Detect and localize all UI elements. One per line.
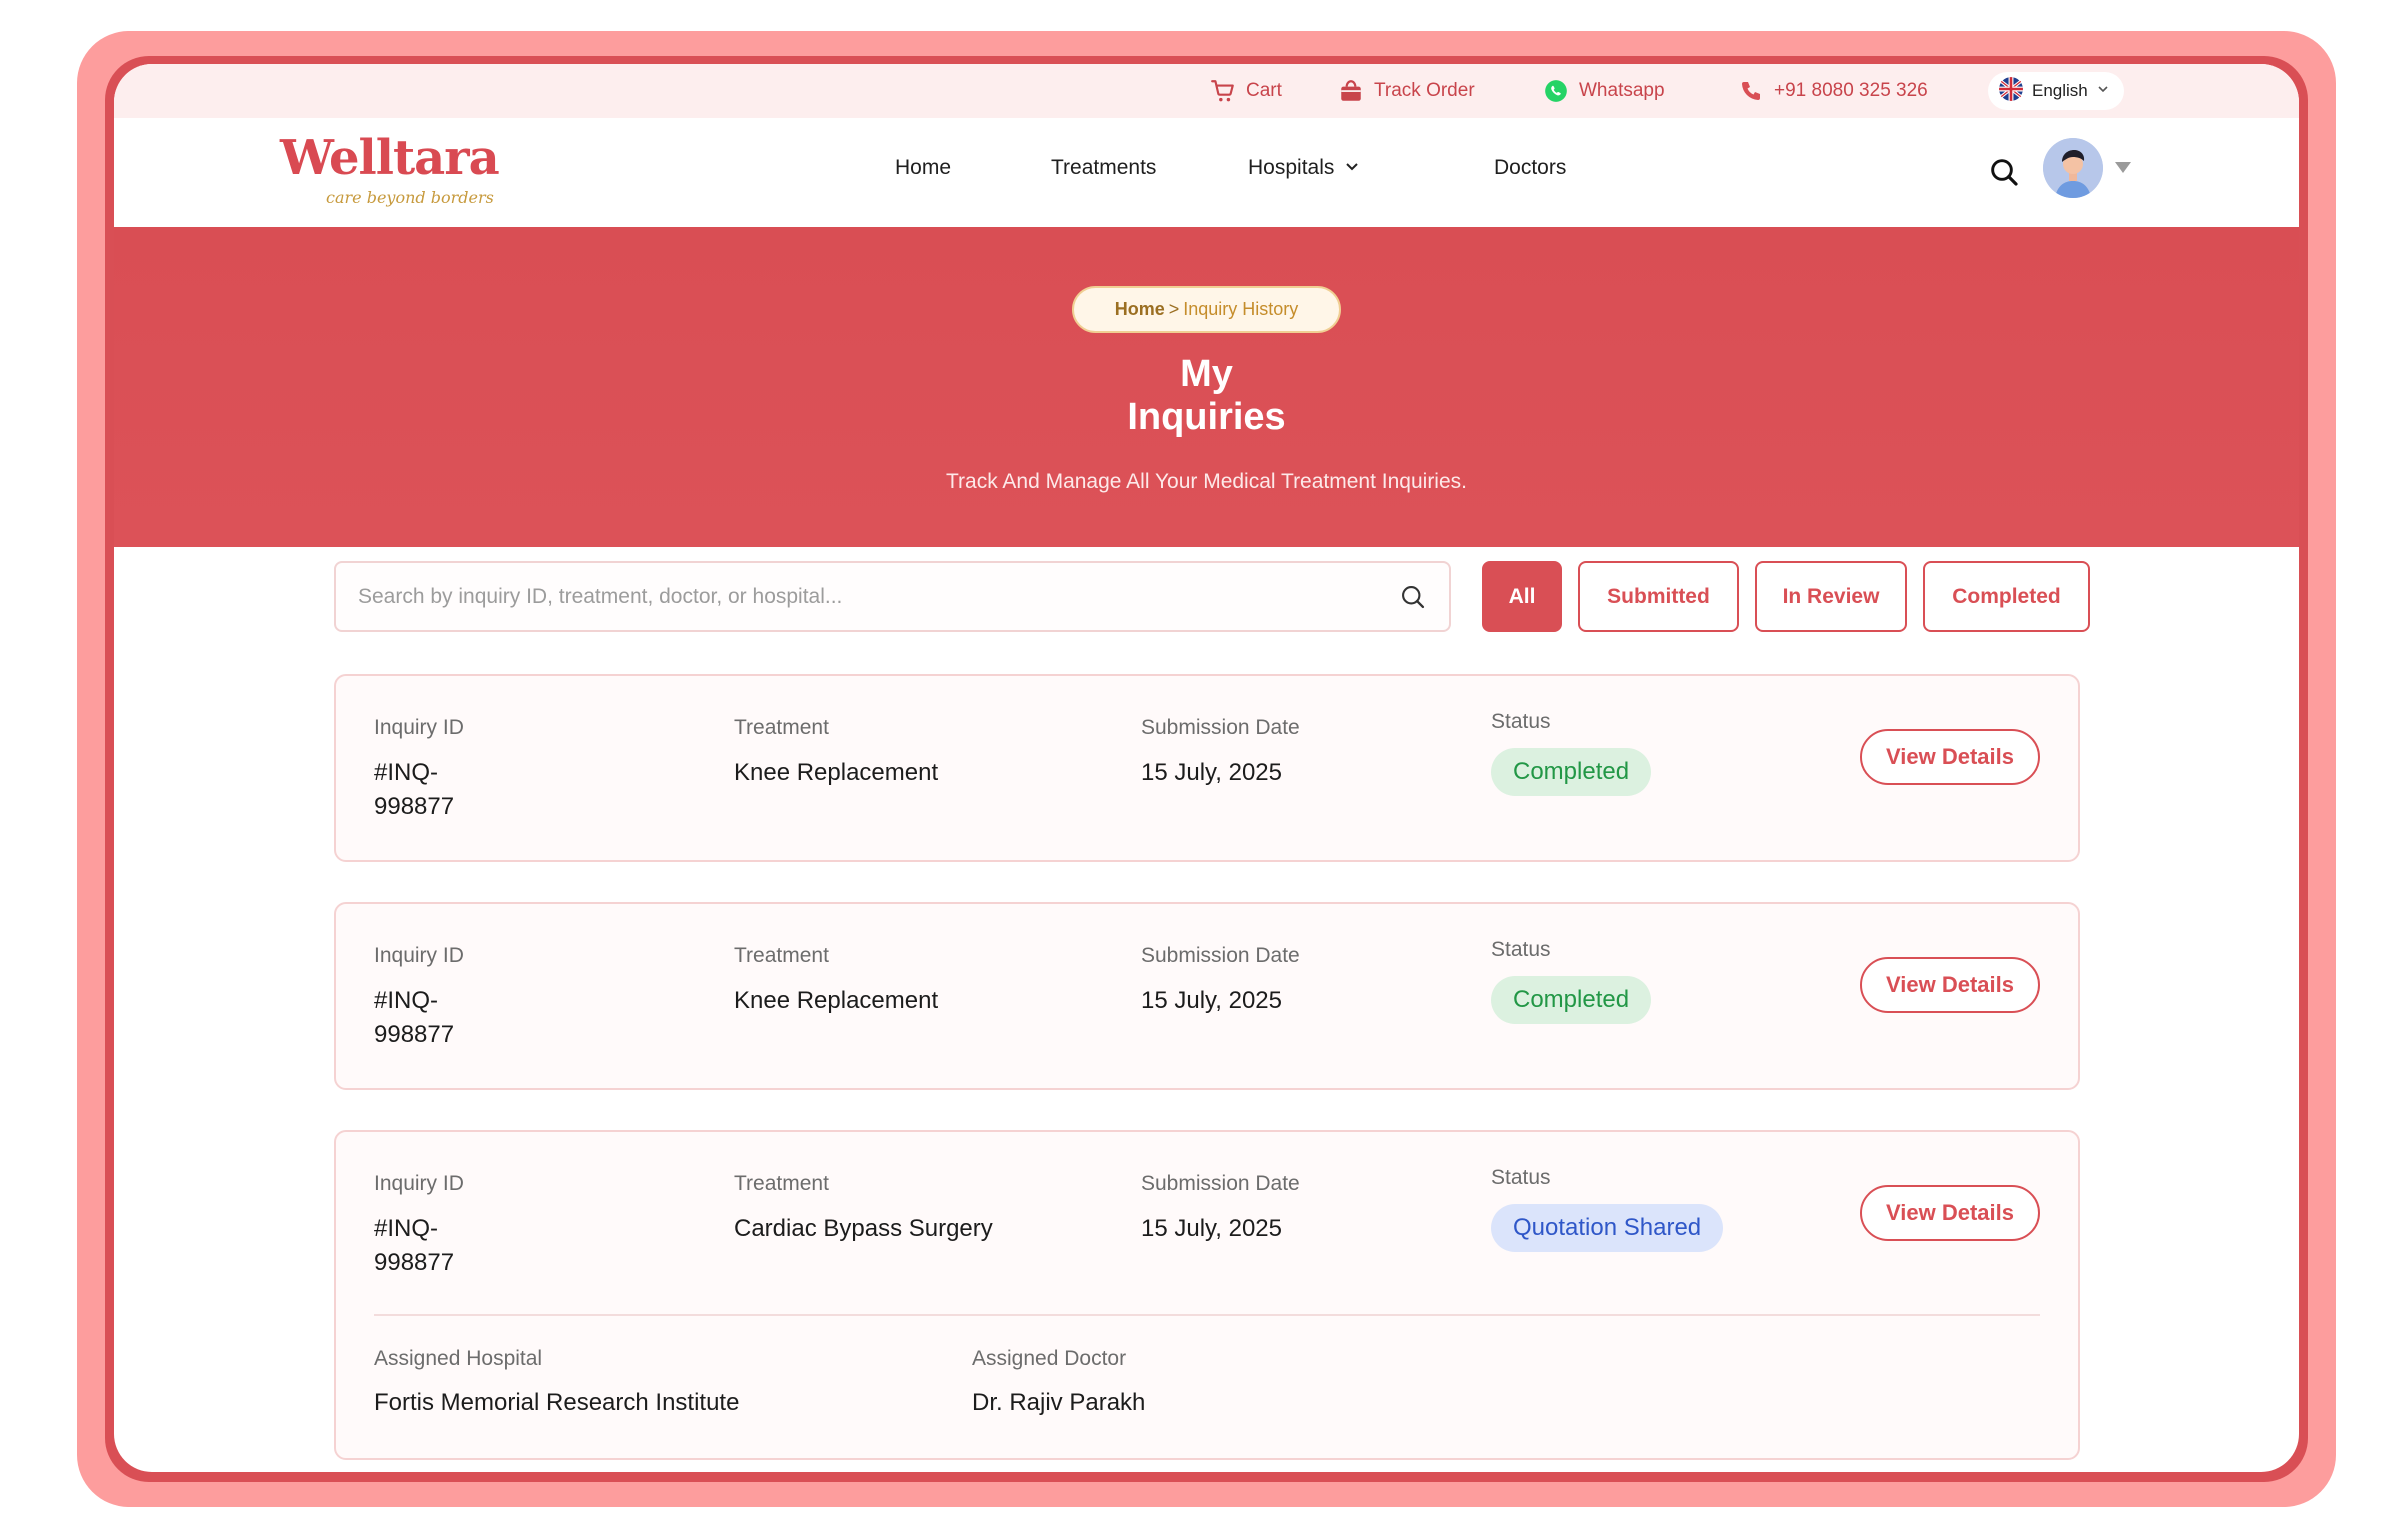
treatment-value: Cardiac Bypass Surgery (734, 1215, 993, 1242)
brand-logo[interactable]: Welltara care beyond borders (280, 130, 500, 210)
cart-label: Cart (1246, 80, 1282, 101)
caret-down-icon[interactable] (2115, 162, 2131, 173)
nav-home-label: Home (895, 156, 952, 179)
status-label: Status (1491, 1166, 1551, 1189)
main-navbar: Welltara care beyond borders Home Treatm… (114, 118, 2299, 227)
status-badge: Completed (1491, 748, 1652, 796)
nav-treatments-label: Treatments (1051, 156, 1157, 179)
cart-link[interactable]: Cart (1210, 64, 1282, 118)
submission-date-label: Submission Date (1141, 944, 1300, 967)
package-icon (1338, 78, 1364, 104)
device-outer-frame: Cart Track Order Whatsapp +91 8080 325 3… (77, 31, 2336, 1507)
assigned-hospital-value: Fortis Memorial Research Institute (374, 1389, 740, 1416)
language-label: English (2032, 81, 2088, 100)
language-selector[interactable]: English (1988, 72, 2124, 110)
status-label: Status (1491, 938, 1551, 961)
page-subtitle: Track And Manage All Your Medical Treatm… (945, 470, 1467, 493)
view-details-button[interactable]: View Details (1860, 729, 2040, 785)
track-order-link[interactable]: Track Order (1338, 64, 1475, 118)
page-title-line2: Inquiries (1127, 396, 1286, 438)
nav-doctors-label: Doctors (1494, 156, 1567, 179)
breadcrumb: Home > Inquiry History (1072, 286, 1341, 333)
status-badge: Completed (1491, 976, 1652, 1024)
submission-date-label: Submission Date (1141, 716, 1300, 739)
inquiry-id-label: Inquiry ID (374, 716, 464, 739)
device-bezel: Cart Track Order Whatsapp +91 8080 325 3… (105, 56, 2308, 1482)
phone-link[interactable]: +91 8080 325 326 (1738, 64, 1928, 118)
top-utility-bar: Cart Track Order Whatsapp +91 8080 325 3… (114, 64, 2299, 118)
chevron-down-icon (1344, 156, 1360, 180)
treatment-label: Treatment (734, 716, 829, 739)
page-hero: Home > Inquiry History My Inquiries Trac… (114, 227, 2299, 547)
breadcrumb-separator: > (1168, 299, 1180, 319)
filter-completed-button[interactable]: Completed (1923, 561, 2090, 632)
submission-date-value: 15 July, 2025 (1141, 759, 1282, 786)
breadcrumb-home[interactable]: Home (1115, 299, 1165, 320)
treatment-label: Treatment (734, 1172, 829, 1195)
treatment-value: Knee Replacement (734, 759, 939, 786)
nav-hospitals[interactable]: Hospitals (1248, 156, 1360, 180)
whatsapp-link[interactable]: Whatsapp (1543, 64, 1665, 118)
phone-icon (1738, 78, 1764, 104)
search-icon[interactable] (1988, 156, 2020, 188)
assigned-hospital-label: Assigned Hospital (374, 1347, 543, 1370)
search-icon[interactable] (1399, 583, 1427, 611)
whatsapp-icon (1543, 78, 1569, 104)
inquiry-card: Inquiry ID #INQ-998877 Treatment Knee Re… (334, 674, 2080, 862)
nav-treatments[interactable]: Treatments (1051, 156, 1156, 180)
track-order-label: Track Order (1374, 80, 1475, 101)
brand-name: Welltara (280, 130, 500, 186)
view-details-button[interactable]: View Details (1860, 957, 2040, 1013)
chevron-down-icon (2096, 81, 2110, 101)
cart-icon (1210, 78, 1236, 104)
inquiry-id-label: Inquiry ID (374, 1172, 464, 1195)
filter-in-review-button[interactable]: In Review (1755, 561, 1907, 632)
inquiry-id-value: #INQ-998877 (374, 987, 455, 1048)
search-input[interactable] (358, 584, 1399, 609)
nav-doctors[interactable]: Doctors (1494, 156, 1566, 180)
page-title: My Inquiries (114, 353, 2299, 439)
card-divider (374, 1314, 2040, 1316)
inquiry-id-value: #INQ-998877 (374, 759, 455, 820)
app-screen: Cart Track Order Whatsapp +91 8080 325 3… (114, 64, 2299, 1472)
submission-date-value: 15 July, 2025 (1141, 987, 1282, 1014)
treatment-label: Treatment (734, 944, 829, 967)
user-avatar[interactable] (2043, 138, 2103, 198)
page-title-line1: My (1180, 353, 1233, 395)
phone-number: +91 8080 325 326 (1774, 80, 1928, 101)
assigned-doctor-value: Dr. Rajiv Parakh (972, 1389, 1146, 1416)
inquiry-card: Inquiry ID #INQ-998877 Treatment Cardiac… (334, 1130, 2080, 1460)
filter-all-button[interactable]: All (1482, 561, 1562, 632)
submission-date-value: 15 July, 2025 (1141, 1215, 1282, 1242)
assigned-doctor-label: Assigned Doctor (972, 1347, 1127, 1370)
nav-hospitals-label: Hospitals (1248, 156, 1335, 179)
status-label: Status (1491, 710, 1551, 733)
whatsapp-label: Whatsapp (1579, 80, 1665, 101)
inquiry-id-label: Inquiry ID (374, 944, 464, 967)
submission-date-label: Submission Date (1141, 1172, 1300, 1195)
nav-home[interactable]: Home (895, 156, 951, 180)
filter-submitted-button[interactable]: Submitted (1578, 561, 1739, 632)
inquiry-card: Inquiry ID #INQ-998877 Treatment Knee Re… (334, 902, 2080, 1090)
treatment-value: Knee Replacement (734, 987, 939, 1014)
uk-flag-icon (1998, 76, 2024, 107)
status-badge: Quotation Shared (1491, 1204, 1724, 1252)
inquiry-id-value: #INQ-998877 (374, 1215, 455, 1276)
brand-tagline: care beyond borders (326, 188, 494, 207)
inquiry-search (334, 561, 1451, 632)
view-details-button[interactable]: View Details (1860, 1185, 2040, 1241)
breadcrumb-current: Inquiry History (1183, 299, 1299, 319)
